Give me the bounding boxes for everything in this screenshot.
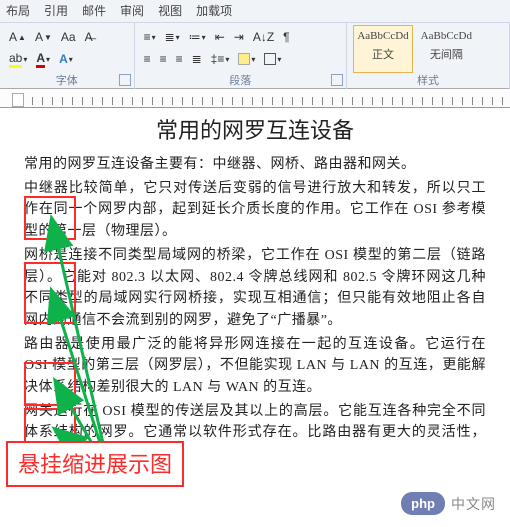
multilevel-list-button[interactable]: ≔▾ [186, 29, 209, 45]
highlight-color-button[interactable]: ab▾ [6, 50, 30, 69]
watermark-pill: php [401, 492, 445, 515]
ribbon-tabs: 布局 引用 邮件 审阅 视图 加载项 [0, 0, 510, 23]
paragraph: 中继器比较简单，它只对传送后变弱的信号进行放大和转发，所以只工作在同一个网罗内部… [24, 178, 486, 243]
annotation-callout: 悬挂缩进展示图 [6, 441, 184, 487]
align-center-button[interactable]: ≡ [157, 51, 170, 67]
text-effects-button[interactable]: A▾ [56, 51, 76, 67]
sort-button[interactable]: A↓Z [250, 29, 277, 45]
tab-view[interactable]: 视图 [158, 2, 182, 22]
paragraph-group: ≡▾ ≣▾ ≔▾ ⇤ ⇥ A↓Z ¶ ≡ ≡ ≡ ≣ ‡≡▾ ▾ ▾ [135, 23, 347, 89]
document-title: 常用的网罗互连设备 [24, 114, 486, 148]
show-paragraph-button[interactable]: ¶ [280, 29, 292, 45]
paragraph: 网桥是连接不同类型局域网的桥梁，它工作在 OSI 模型的第二层（链路层）。它能对… [24, 245, 486, 332]
font-color-button[interactable]: A▾ [33, 50, 53, 69]
bullets-button[interactable]: ≡▾ [141, 29, 159, 45]
justify-button[interactable]: ≣ [189, 51, 205, 67]
tab-mailings[interactable]: 邮件 [82, 2, 106, 22]
style-item-nospacing[interactable]: AaBbCcDd 无间隔 [416, 25, 476, 73]
style-preview: AaBbCcDd [357, 30, 408, 42]
tab-addins[interactable]: 加载项 [196, 2, 232, 22]
style-name: 无间隔 [417, 46, 475, 62]
align-left-button[interactable]: ≡ [141, 51, 154, 67]
clear-formatting-button[interactable]: A̶ [82, 29, 96, 45]
shrink-font-button[interactable]: A▼ [32, 29, 55, 45]
shading-button[interactable]: ▾ [235, 52, 258, 66]
font-group-label: 字体 [0, 72, 134, 88]
tab-review[interactable]: 审阅 [120, 2, 144, 22]
tab-references[interactable]: 引用 [44, 2, 68, 22]
font-group-launcher[interactable] [119, 74, 131, 86]
style-item-body[interactable]: AaBbCcDd 正文 [353, 25, 413, 73]
numbering-button[interactable]: ≣▾ [162, 29, 183, 45]
decrease-indent-button[interactable]: ⇤ [212, 29, 228, 45]
style-name: 正文 [354, 46, 412, 62]
watermark-text: 中文网 [451, 494, 496, 514]
change-case-button[interactable]: Aa [58, 29, 79, 45]
annotation-box [24, 196, 76, 240]
increase-indent-button[interactable]: ⇥ [231, 29, 247, 45]
annotation-box [24, 362, 76, 406]
align-right-button[interactable]: ≡ [173, 51, 186, 67]
font-group: A▲ A▼ Aa A̶ ab▾ A▾ A▾ 字体 [0, 23, 135, 89]
paragraph: 常用的网罗互连设备主要有：中继器、网桥、路由器和网关。 [24, 154, 486, 176]
borders-button[interactable]: ▾ [261, 52, 284, 66]
ribbon: 布局 引用 邮件 审阅 视图 加载项 A▲ A▼ Aa A̶ ab▾ A▾ A▾ [0, 0, 510, 89]
paragraph-group-label: 段落 [135, 72, 346, 88]
watermark: php 中文网 [401, 492, 496, 515]
styles-group-label: 样式 [347, 72, 509, 88]
styles-group: AaBbCcDd 正文 AaBbCcDd 无间隔 样式 [347, 23, 510, 89]
annotation-box [24, 262, 76, 324]
grow-font-button[interactable]: A▲ [6, 29, 29, 45]
paragraph-group-launcher[interactable] [331, 74, 343, 86]
line-spacing-button[interactable]: ‡≡▾ [208, 51, 233, 67]
document-page[interactable]: 常用的网罗互连设备 常用的网罗互连设备主要有：中继器、网桥、路由器和网关。 中继… [0, 106, 510, 478]
style-preview: AaBbCcDd [421, 30, 472, 42]
paragraph: 路由器是使用最广泛的能将异形网连接在一起的互连设备。它运行在 OSI 模型的第三… [24, 334, 486, 399]
tab-layout[interactable]: 布局 [6, 2, 30, 22]
